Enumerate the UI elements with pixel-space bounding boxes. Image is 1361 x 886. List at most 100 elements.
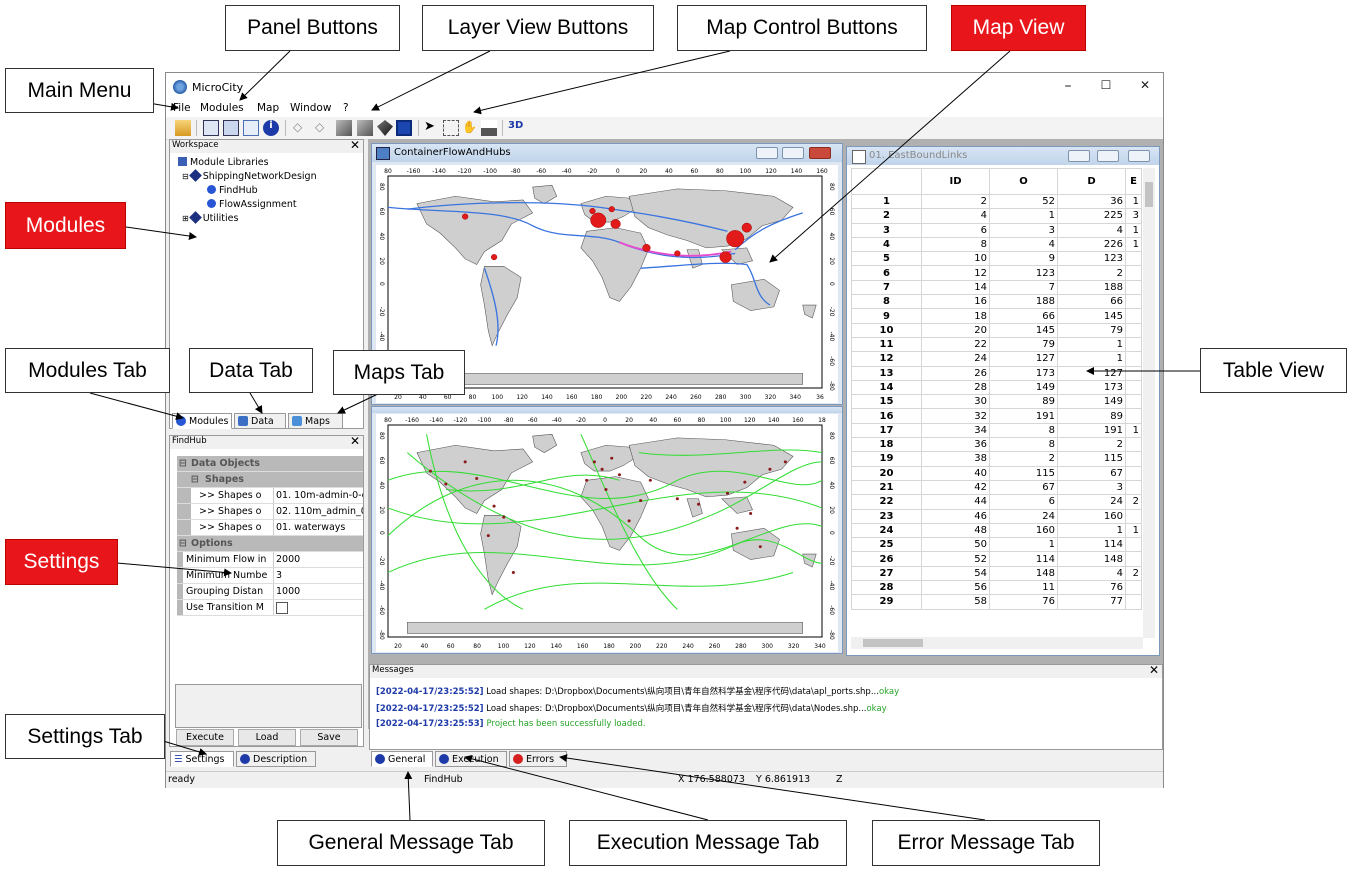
table-cell[interactable]: 67 <box>989 479 1058 496</box>
table-cell[interactable]: 26 <box>921 365 990 381</box>
map-close-button[interactable] <box>809 147 831 159</box>
table-row[interactable]: 6 12 123 2 <box>851 265 1142 281</box>
table-row[interactable]: 9 18 66 145 <box>851 308 1142 324</box>
table-cell[interactable]: 148 <box>1057 551 1126 567</box>
layer-visibility-icon[interactable] <box>377 120 393 136</box>
table-cell[interactable] <box>1125 351 1142 367</box>
tab-maps[interactable]: Maps <box>288 413 343 429</box>
table-cell[interactable]: 3 <box>1125 208 1142 224</box>
menu-map[interactable]: Map <box>257 102 279 114</box>
column-header[interactable]: E <box>1125 168 1142 195</box>
table-cell[interactable] <box>1125 508 1142 524</box>
table-cell[interactable]: 3 <box>989 222 1058 238</box>
table-cell[interactable]: 1 <box>1125 193 1142 210</box>
table-cell[interactable]: 38 <box>921 451 990 467</box>
maximize-button[interactable]: ☐ <box>1096 78 1116 96</box>
table-cell[interactable]: 30 <box>921 394 990 410</box>
table-cell[interactable]: 148 <box>989 565 1058 582</box>
scroll-thumb[interactable] <box>863 639 923 647</box>
table-cell[interactable]: 46 <box>921 508 990 524</box>
table-cell[interactable] <box>1125 336 1142 353</box>
table-row[interactable]: 13 26 173 127 <box>851 365 1142 381</box>
table-cell[interactable]: 9 <box>989 251 1058 267</box>
table-cell[interactable]: 44 <box>921 494 990 510</box>
table-cell[interactable] <box>1125 365 1142 381</box>
table-cell[interactable]: 127 <box>1057 365 1126 381</box>
tree-item-shippingnetworkdesign[interactable]: ⊟ ShippingNetworkDesign <box>182 169 317 182</box>
table-cell[interactable] <box>1125 537 1142 553</box>
table-cell[interactable] <box>1125 479 1142 496</box>
group-options[interactable]: ⊟ Options <box>177 536 363 552</box>
info-panel-button[interactable]: i <box>263 120 279 136</box>
table-cell[interactable]: 2 <box>921 193 990 210</box>
tab-execution[interactable]: Execution <box>435 751 507 767</box>
use-transition-checkbox[interactable] <box>276 602 288 614</box>
table-cell[interactable]: 123 <box>989 265 1058 281</box>
table-row[interactable]: 2 4 1 225 3 <box>851 208 1142 224</box>
table-cell[interactable]: 191 <box>1057 422 1126 439</box>
table-row[interactable]: 24 48 160 1 1 <box>851 522 1142 539</box>
table-cell[interactable]: 3 <box>1057 479 1126 496</box>
table-row[interactable]: 22 44 6 24 2 <box>851 494 1142 510</box>
messages-close-icon[interactable]: ✕ <box>1149 663 1159 677</box>
table-cell[interactable]: 2 <box>1057 265 1126 281</box>
table-cell[interactable]: 32 <box>921 408 990 424</box>
collapse-icon[interactable]: ⊟ <box>182 172 189 181</box>
table-cell[interactable]: 14 <box>921 279 990 296</box>
pan-hand-icon[interactable]: ✋ <box>462 120 478 136</box>
property-row[interactable]: >> Shapes o 01. waterways <box>177 520 363 536</box>
table-row[interactable]: 25 50 1 114 <box>851 537 1142 553</box>
table-cell[interactable]: 24 <box>921 351 990 367</box>
table-cell[interactable]: 28 <box>921 379 990 396</box>
table-cell[interactable] <box>1125 580 1142 596</box>
tree-panel-button[interactable] <box>243 120 259 136</box>
tab-description[interactable]: Description <box>236 751 316 767</box>
table-cell[interactable]: 160 <box>989 522 1058 539</box>
table-cell[interactable]: 114 <box>989 551 1058 567</box>
table-row[interactable]: 28 56 11 76 <box>851 580 1142 596</box>
table-cell[interactable]: 1 <box>989 208 1058 224</box>
table-view[interactable]: ID O D E 1 2 52 36 1 2 4 1 225 3 3 6 3 4 1 4 8 4 226 1 5 10 9 123 6 1… <box>851 168 1143 638</box>
table-row[interactable]: 15 30 89 149 <box>851 394 1142 410</box>
column-header[interactable]: ID <box>921 168 990 195</box>
save-button[interactable]: Save <box>300 729 358 746</box>
table-cell[interactable]: 114 <box>1057 537 1126 553</box>
table-cell[interactable]: 1 <box>1057 522 1126 539</box>
close-button[interactable]: ✕ <box>1135 78 1155 96</box>
table-row[interactable]: 1 2 52 36 1 <box>851 193 1142 210</box>
table-cell[interactable] <box>1125 322 1142 338</box>
vertical-scrollbar[interactable] <box>1143 168 1155 638</box>
table-cell[interactable]: 52 <box>989 193 1058 210</box>
minimize-button[interactable]: – <box>1058 78 1078 96</box>
layer-top-icon[interactable] <box>336 120 352 136</box>
menu-modules[interactable]: Modules <box>200 102 244 114</box>
property-row[interactable]: Minimum Numbe 3 <box>177 568 363 584</box>
table-cell[interactable]: 1 <box>989 537 1058 553</box>
table-cell[interactable]: 1 <box>1125 222 1142 238</box>
table-cell[interactable]: 1 <box>1057 351 1126 367</box>
table-cell[interactable]: 145 <box>1057 308 1126 324</box>
property-row[interactable]: Grouping Distan 1000 <box>177 584 363 600</box>
table-cell[interactable]: 36 <box>1057 193 1126 210</box>
table-cell[interactable] <box>1125 379 1142 396</box>
table-cell[interactable]: 2 <box>1057 437 1126 453</box>
table-cell[interactable] <box>1125 465 1142 481</box>
table-cell[interactable]: 50 <box>921 537 990 553</box>
table-row[interactable]: 19 38 2 115 <box>851 451 1142 467</box>
table-cell[interactable]: 188 <box>1057 279 1126 296</box>
table-cell[interactable]: 79 <box>989 336 1058 353</box>
table-cell[interactable]: 123 <box>1057 251 1126 267</box>
table-cell[interactable]: 1 <box>1125 522 1142 539</box>
property-row[interactable]: Use Transition M <box>177 600 363 616</box>
layer-fullextent-icon[interactable] <box>396 120 412 136</box>
table-close-button[interactable] <box>1128 150 1150 162</box>
table-cell[interactable]: 8 <box>989 437 1058 453</box>
table-cell[interactable]: 76 <box>989 594 1058 610</box>
table-cell[interactable]: 66 <box>989 308 1058 324</box>
table-row[interactable]: 20 40 115 67 <box>851 465 1142 481</box>
layer-bottom-icon[interactable] <box>357 120 373 136</box>
table-row[interactable]: 5 10 9 123 <box>851 251 1142 267</box>
table-cell[interactable]: 56 <box>921 580 990 596</box>
group-shapes[interactable]: ⊟ Shapes <box>177 472 363 488</box>
table-cell[interactable]: 66 <box>1057 294 1126 310</box>
